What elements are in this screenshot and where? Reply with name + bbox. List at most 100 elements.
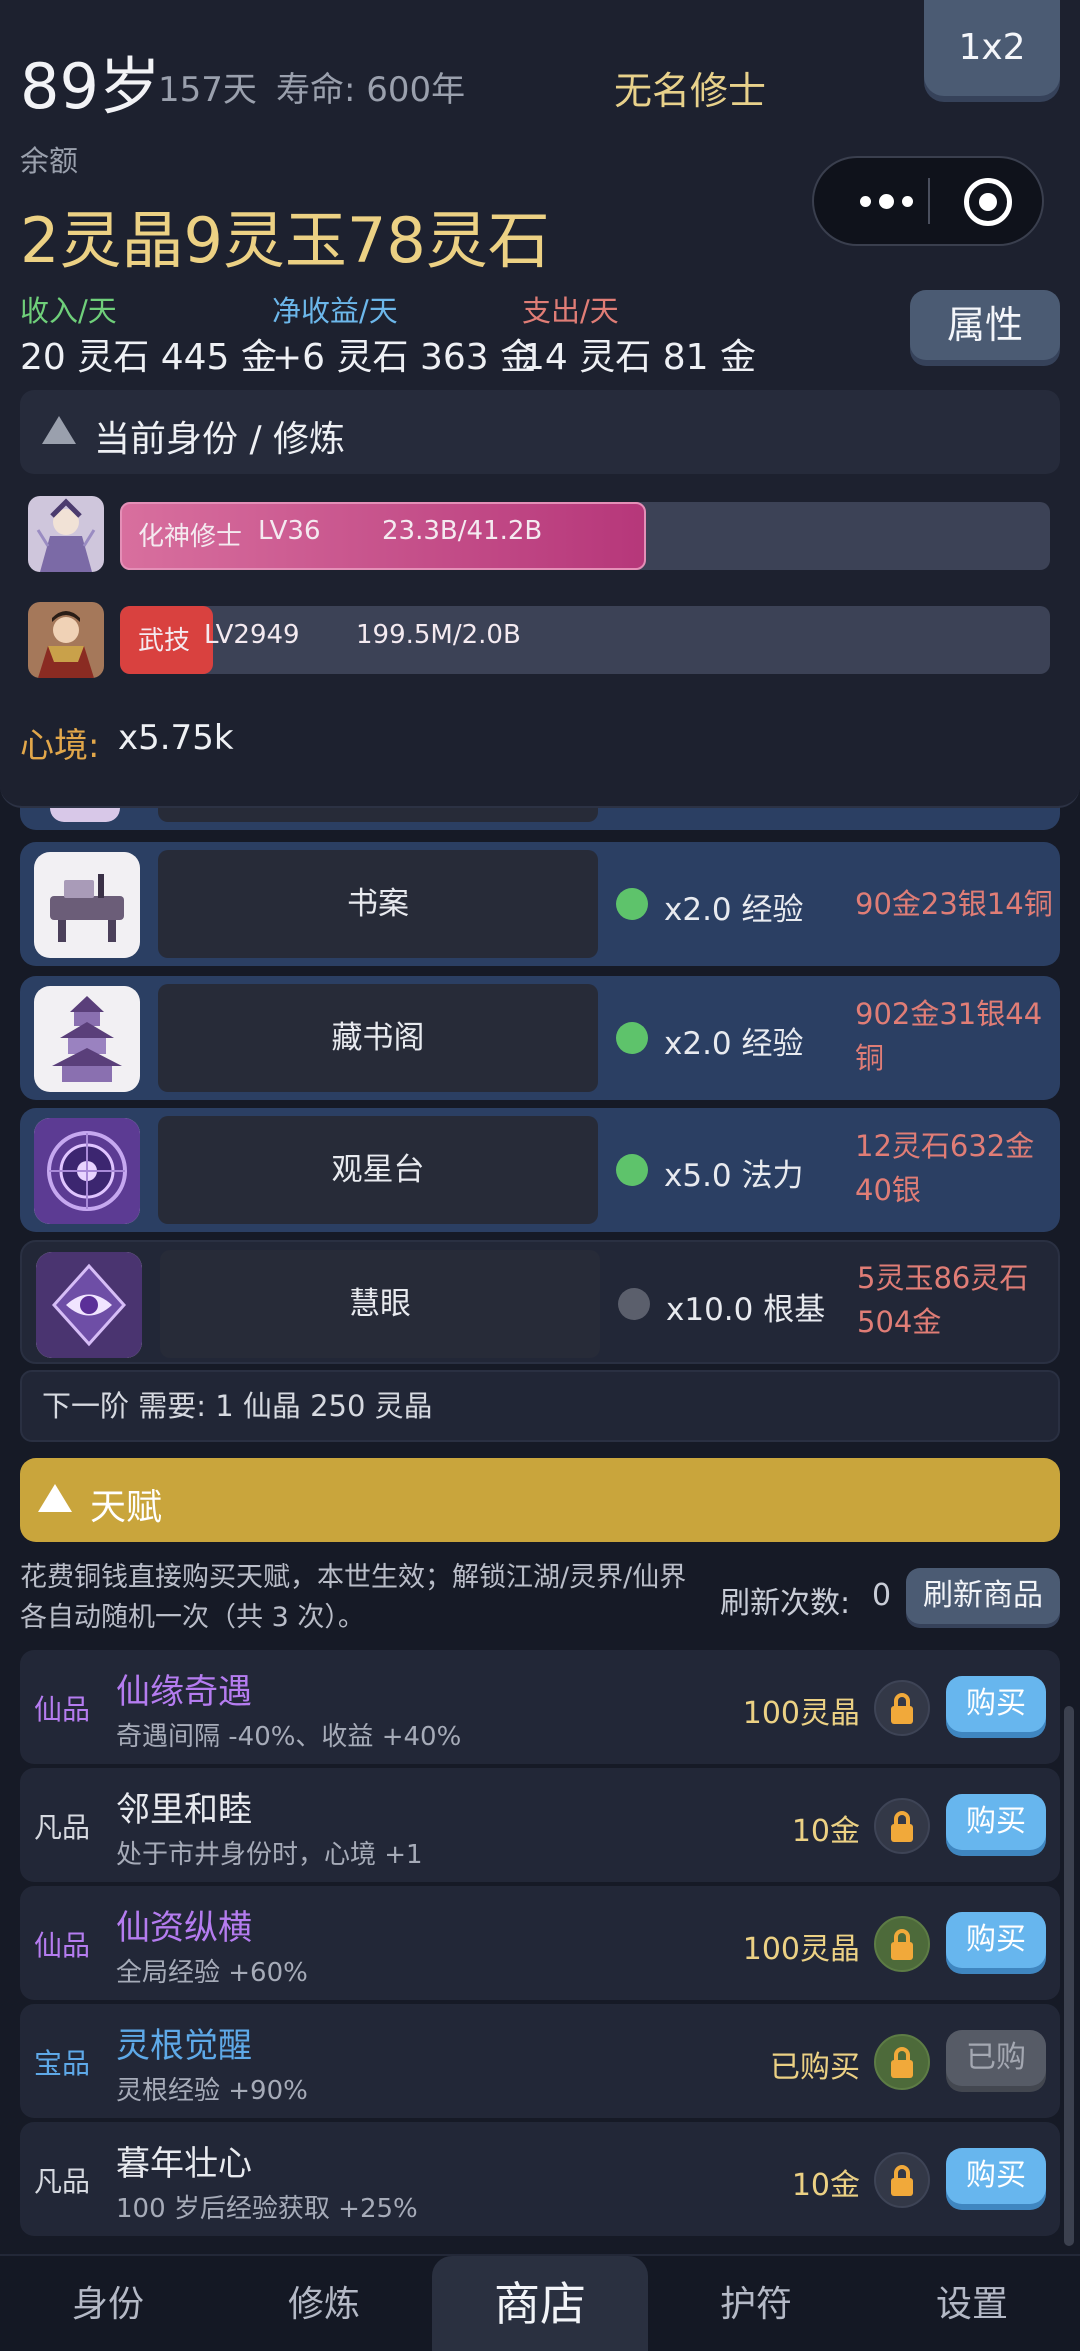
talent-name: 仙缘奇遇 [116,1672,252,1712]
building-cost: 12灵石632金40银 [855,1129,1035,1207]
identity-section-title: 当前身份 / 修炼 [94,419,346,460]
nav-tab-shop[interactable]: 商店 [432,2256,648,2351]
lock-icon[interactable] [874,1798,930,1854]
desk-icon [34,852,140,958]
talent-price: 100灵晶 [742,1696,860,1731]
talent-price: 10金 [791,2168,860,2203]
buy-button[interactable]: 购买 [946,1912,1046,1968]
building-upgrade-button[interactable]: 书案 [158,850,598,958]
identity-section-toggle[interactable]: 当前身份 / 修炼 [20,390,1060,474]
refresh-shop-button[interactable]: 刷新商品 [906,1568,1060,1624]
talents-description: 花费铜钱直接购买天赋，本世生效；解锁江湖/灵界/仙界各自动随机一次（共 3 次）… [20,1562,687,1633]
martial-level: LV2949 [204,620,300,650]
building-upgrade-button[interactable]: 慧眼 [160,1250,600,1358]
cultivation-progress-text: 23.3B/41.2B [382,516,543,546]
age-text: 89岁 [20,50,161,123]
buy-button[interactable]: 购买 [946,1794,1046,1850]
status-dot-icon [616,1154,648,1186]
talent-row: 凡品 邻里和睦处于市井身份时，心境 +1 10金 购买 [20,1768,1060,1882]
martial-progress-bar: 武技 LV2949 199.5M/2.0B [120,606,1050,674]
talent-price: 10金 [791,1814,860,1849]
building-row: 书案 x2.0 经验 90金23银14铜 [20,842,1060,966]
pagoda-icon [34,986,140,1092]
talent-price: 已购买 [770,2050,860,2085]
building-cost: 902金31银44铜 [855,997,1043,1075]
mood-value: x5.75k [118,718,234,758]
building-upgrade-button[interactable]: 藏书阁 [158,984,598,1092]
building-bonus: x5.0 法力 [664,1158,804,1194]
refresh-count-value: 0 [872,1578,892,1613]
building-row: 观星台 x5.0 法力 12灵石632金40银 [20,1108,1060,1232]
status-dot-icon [616,888,648,920]
expense-label: 支出/天 [522,294,619,328]
player-name: 无名修士 [614,69,767,113]
building-row: 慧眼 x10.0 根基 5灵玉86灵石504金 [20,1240,1060,1364]
talent-effect: 处于市井身份时，心境 +1 [116,1840,423,1870]
cultivation-progress-bar: 化神修士 LV36 23.3B/41.2B [120,502,1050,570]
purchased-button: 已购 [946,2030,1046,2086]
talent-grade: 仙品 [34,1693,91,1726]
lock-icon[interactable] [874,2152,930,2208]
talent-row: 仙品 仙资纵横全局经验 +60% 100灵晶 购买 [20,1886,1060,2000]
lock-icon[interactable] [874,1680,930,1736]
wise-eye-icon [36,1252,142,1358]
net-income-value: +6 灵石 363 金 [272,337,537,378]
mood-label: 心境: [20,726,100,766]
attributes-button[interactable]: 属性 [910,290,1060,360]
close-target-icon[interactable] [964,178,1012,226]
status-dot-icon [618,1288,650,1320]
income-value: 20 灵石 445 金 [20,337,277,378]
days-text: 157天 [158,70,257,110]
talent-name: 邻里和睦 [116,1790,252,1830]
balance-value: 2灵晶9灵玉78灵石 [20,204,550,277]
status-dot-icon [616,1022,648,1054]
expense-value: 14 灵石 81 金 [522,337,756,378]
talent-row: 仙品 仙缘奇遇奇遇间隔 -40%、收益 +40% 100灵晶 购买 [20,1650,1060,1764]
building-cost: 5灵玉86灵石504金 [857,1261,1029,1339]
building-upgrade-button[interactable]: 观星台 [158,1116,598,1224]
building-bonus: x2.0 经验 [664,1026,804,1062]
net-income-label: 净收益/天 [272,294,398,328]
layout-toggle-button[interactable]: 1x2 [924,0,1060,96]
next-tier-requirement: 下一阶 需要: 1 仙晶 250 灵晶 [20,1370,1060,1442]
talent-price: 100灵晶 [742,1932,860,1967]
talents-section-title: 天赋 [90,1487,163,1528]
martial-progress-text: 199.5M/2.0B [356,620,521,650]
star-platform-icon [34,1118,140,1224]
balance-label: 余额 [20,144,79,178]
lock-icon[interactable] [874,2034,930,2090]
building-bonus: x10.0 根基 [666,1292,826,1328]
status-header: 89岁 157天 寿命: 600年 无名修士 1x2 余额 2灵晶9灵玉78灵石… [0,0,1080,808]
talent-row: 宝品 灵根觉醒 灵根经验 +90% 已购买 已购 [20,2004,1060,2118]
nav-tab-settings[interactable]: 设置 [864,2256,1080,2351]
refresh-count-label: 刷新次数: [720,1586,851,1621]
cultivation-name: 化神修士 [138,522,243,552]
miniapp-capsule [812,156,1044,246]
talent-grade: 宝品 [34,2047,91,2080]
building-cost: 90金23银14铜 [855,887,1053,921]
scrollbar[interactable] [1064,1706,1074,2246]
nav-tab-talisman[interactable]: 护符 [648,2256,864,2351]
lock-icon[interactable] [874,1916,930,1972]
talent-effect: 灵根经验 +90% [116,2076,308,2106]
talents-section-toggle[interactable]: 天赋 [20,1458,1060,1542]
nav-tab-cultivation[interactable]: 修炼 [216,2256,432,2351]
more-icon[interactable] [846,158,926,244]
talent-effect: 100 岁后经验获取 +25% [116,2194,418,2224]
talent-name: 仙资纵横 [116,1908,252,1948]
buy-button[interactable]: 购买 [946,1676,1046,1732]
martial-name: 武技 [138,626,191,656]
warrior-portrait-icon [28,602,104,678]
collapse-triangle-icon [42,416,76,444]
talent-grade: 仙品 [34,1929,91,1962]
nav-tab-identity[interactable]: 身份 [0,2256,216,2351]
talent-effect: 奇遇间隔 -40%、收益 +40% [116,1722,462,1752]
bottom-nav: 身份 修炼 商店 护符 设置 [0,2254,1080,2351]
immortal-portrait-icon [28,496,104,572]
capsule-divider [928,178,930,224]
income-label: 收入/天 [20,294,117,328]
buy-button[interactable]: 购买 [946,2148,1046,2204]
building-bonus: x2.0 经验 [664,892,804,928]
talent-grade: 凡品 [34,1811,91,1844]
talent-effect: 全局经验 +60% [116,1958,308,1988]
